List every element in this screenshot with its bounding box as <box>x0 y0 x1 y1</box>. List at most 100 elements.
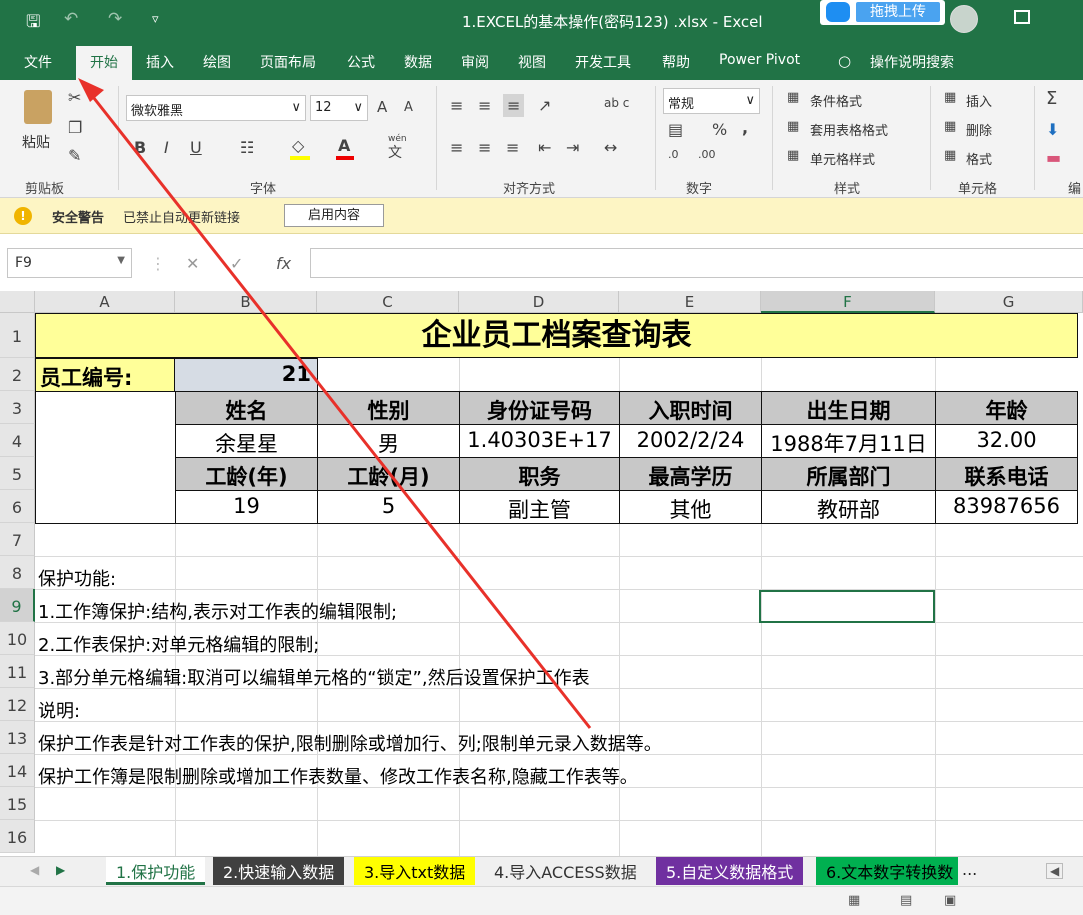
name-box[interactable]: F9 ▼ <box>7 248 132 278</box>
value-service-years[interactable]: 19 <box>175 490 318 524</box>
row-header-15[interactable]: 15 <box>0 787 35 820</box>
enable-content-button[interactable]: 启用内容 <box>284 204 384 227</box>
font-size-select[interactable]: 12 ∨ <box>310 95 368 121</box>
header-department[interactable]: 所属部门 <box>761 457 936 491</box>
sheet-tab-6[interactable]: 6.文本数字转换数 <box>816 857 958 885</box>
row-header-8[interactable]: 8 <box>0 556 35 589</box>
value-gender[interactable]: 男 <box>317 424 460 458</box>
column-header-g[interactable]: G <box>935 291 1083 313</box>
cut-icon[interactable]: ✂ <box>68 88 81 107</box>
row-header-9[interactable]: 9 <box>0 589 35 622</box>
value-name[interactable]: 余星星 <box>175 424 318 458</box>
merge-center-icon[interactable]: ↔ <box>604 138 617 157</box>
photo-cell[interactable] <box>35 391 176 524</box>
cell-styles-button[interactable]: 单元格样式 <box>810 149 875 168</box>
tab-formulas[interactable]: 公式 <box>347 52 375 72</box>
page-layout-view-icon[interactable]: ▤ <box>900 893 912 908</box>
enter-icon[interactable]: ✓ <box>230 254 243 273</box>
redo-icon[interactable]: ↷ <box>108 9 122 29</box>
sheet-title[interactable]: 企业员工档案查询表 <box>35 313 1078 358</box>
phonetic-icon-char[interactable]: 文 <box>388 142 402 162</box>
tab-page-layout[interactable]: 页面布局 <box>260 52 316 72</box>
formula-input[interactable] <box>310 248 1083 278</box>
prev-sheet-icon[interactable]: ◀ <box>30 863 39 877</box>
column-header-d[interactable]: D <box>459 291 619 313</box>
header-service-months[interactable]: 工龄(月) <box>317 457 460 491</box>
format-as-table-button[interactable]: 套用表格格式 <box>810 120 888 139</box>
value-id-number[interactable]: 1.40303E+17 <box>459 424 620 458</box>
tab-developer[interactable]: 开发工具 <box>575 52 631 72</box>
tell-me-search[interactable]: 操作说明搜索 <box>870 52 954 72</box>
sheet-tab-3[interactable]: 3.导入txt数据 <box>354 857 476 885</box>
align-right-icon[interactable]: ≡ <box>506 138 519 157</box>
active-cell-f9[interactable] <box>759 590 935 623</box>
sheet-tab-5[interactable]: 5.自定义数据格式 <box>656 857 804 885</box>
header-phone[interactable]: 联系电话 <box>935 457 1078 491</box>
insert-function-icon[interactable]: fx <box>276 254 291 273</box>
value-department[interactable]: 教研部 <box>761 490 936 524</box>
paste-icon[interactable] <box>24 90 52 124</box>
cancel-icon[interactable]: ✕ <box>186 254 199 273</box>
number-format-select[interactable]: 常规 ∨ <box>663 88 760 114</box>
note-line-2[interactable]: 1.工作簿保护:结构,表示对工作表的编辑限制; <box>38 598 397 624</box>
header-birth-date[interactable]: 出生日期 <box>761 391 936 425</box>
row-header-11[interactable]: 11 <box>0 655 35 688</box>
column-header-b[interactable]: B <box>175 291 317 313</box>
align-bottom-icon[interactable]: ≡ <box>503 94 525 117</box>
font-color-icon[interactable]: A <box>338 136 350 155</box>
more-sheets-indicator[interactable]: ... <box>962 860 977 879</box>
delete-cells-button[interactable]: 删除 <box>966 120 992 139</box>
wrap-text-icon[interactable]: ab c <box>604 96 629 110</box>
tab-home[interactable]: 开始 <box>76 46 132 80</box>
bold-button[interactable]: B <box>134 138 146 157</box>
accounting-icon[interactable]: ▤ <box>668 120 683 139</box>
row-header-14[interactable]: 14 <box>0 754 35 787</box>
upload-widget[interactable]: 拖拽上传 <box>820 0 945 25</box>
next-sheet-icon[interactable]: ▶ <box>56 863 65 877</box>
row-header-10[interactable]: 10 <box>0 622 35 655</box>
scroll-left-icon[interactable]: ◀ <box>1046 863 1064 879</box>
save-icon[interactable]: 🖫 <box>26 9 40 38</box>
value-phone[interactable]: 83987656 <box>935 490 1078 524</box>
row-header-12[interactable]: 12 <box>0 688 35 721</box>
column-header-e[interactable]: E <box>619 291 761 313</box>
row-header-16[interactable]: 16 <box>0 820 35 853</box>
employee-number-label[interactable]: 员工编号: <box>35 358 175 392</box>
tab-insert[interactable]: 插入 <box>146 52 174 72</box>
orientation-icon[interactable]: ↗ <box>538 96 551 115</box>
page-break-view-icon[interactable]: ▣ <box>944 893 956 908</box>
value-education[interactable]: 其他 <box>619 490 762 524</box>
customize-toolbar-icon[interactable]: ▿ <box>152 12 159 27</box>
header-position[interactable]: 职务 <box>459 457 620 491</box>
percent-button[interactable]: % <box>712 120 727 139</box>
comma-button[interactable]: , <box>742 118 748 137</box>
decrease-indent-icon[interactable]: ⇤ <box>538 138 551 157</box>
sheet-tab-4[interactable]: 4.导入ACCESS数据 <box>484 857 647 885</box>
tab-draw[interactable]: 绘图 <box>203 52 231 72</box>
value-age[interactable]: 32.00 <box>935 424 1078 458</box>
normal-view-icon[interactable]: ▦ <box>848 893 860 908</box>
tab-data[interactable]: 数据 <box>404 52 432 72</box>
value-service-months[interactable]: 5 <box>317 490 460 524</box>
increase-indent-icon[interactable]: ⇥ <box>566 138 579 157</box>
italic-button[interactable]: I <box>164 138 169 157</box>
format-painter-icon[interactable]: ✎ <box>68 146 81 165</box>
tab-review[interactable]: 审阅 <box>461 52 489 72</box>
underline-button[interactable]: U <box>190 138 202 157</box>
employee-number-input[interactable]: 21 <box>174 358 318 392</box>
tab-view[interactable]: 视图 <box>518 52 546 72</box>
tab-power-pivot[interactable]: Power Pivot <box>719 52 800 68</box>
column-header-f[interactable]: F <box>761 291 935 313</box>
row-header-6[interactable]: 6 <box>0 490 35 523</box>
align-left-icon[interactable]: ≡ <box>450 138 463 157</box>
value-birth-date[interactable]: 1988年7月11日 <box>761 424 936 458</box>
tab-help[interactable]: 帮助 <box>662 52 690 72</box>
row-header-1[interactable]: 1 <box>0 313 35 358</box>
format-cells-button[interactable]: 格式 <box>966 149 992 168</box>
shrink-font-button[interactable]: A <box>404 100 413 115</box>
decrease-decimal-icon[interactable]: .00 <box>698 148 716 161</box>
column-header-a[interactable]: A <box>35 291 175 313</box>
clear-icon[interactable]: ▬ <box>1046 148 1061 167</box>
paste-button[interactable]: 粘贴 <box>22 132 50 152</box>
value-position[interactable]: 副主管 <box>459 490 620 524</box>
